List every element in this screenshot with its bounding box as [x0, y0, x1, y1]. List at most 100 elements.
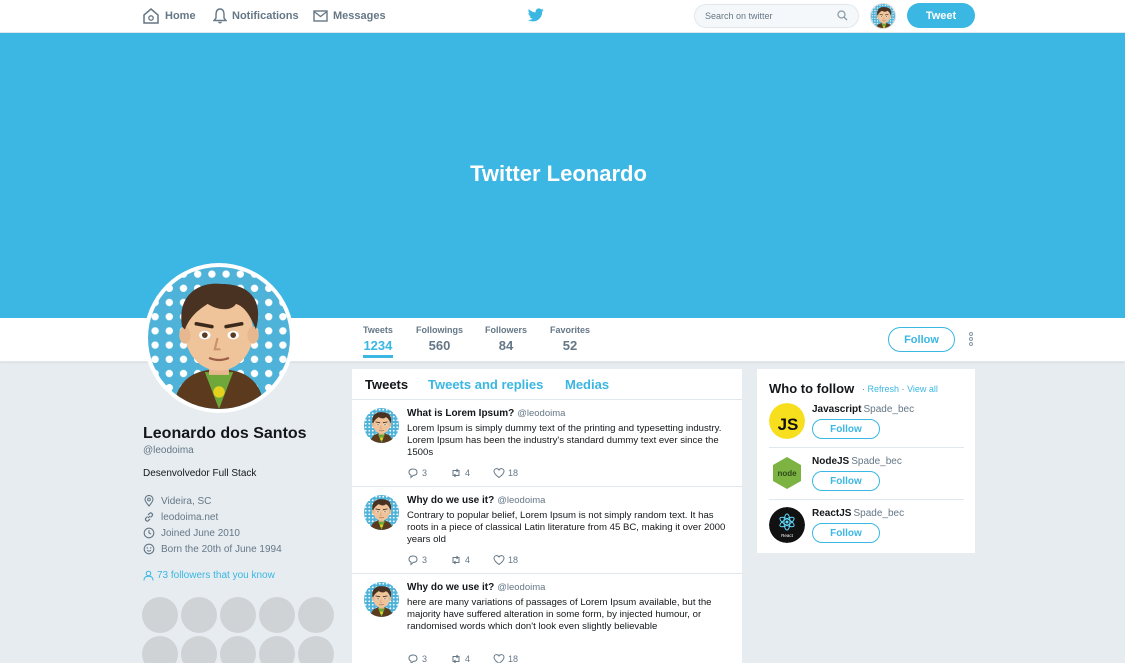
- search-input[interactable]: [694, 4, 859, 28]
- heart-icon: [493, 555, 505, 566]
- follow-javascript-button[interactable]: Follow: [812, 419, 880, 439]
- follow-reactjs-button[interactable]: Follow: [812, 523, 880, 543]
- who-to-follow-title: Who to follow: [769, 381, 855, 396]
- suggestion-handle: Spade_bec: [863, 404, 915, 415]
- retweet-action[interactable]: 4: [450, 653, 493, 663]
- javascript-logo-icon[interactable]: JS: [769, 403, 805, 439]
- reply-action[interactable]: 3: [407, 554, 450, 566]
- nav-messages-label: Messages: [333, 10, 386, 22]
- reply-action[interactable]: 3: [407, 467, 450, 479]
- profile-follow-button[interactable]: Follow: [888, 327, 955, 352]
- tweet-item[interactable]: Why do we use it? @leodoima Contrary to p…: [352, 487, 742, 574]
- known-follower-avatar[interactable]: [142, 636, 178, 663]
- nodejs-logo-icon[interactable]: node: [769, 455, 805, 491]
- tweet-avatar[interactable]: [364, 495, 399, 530]
- nav-notifications-label: Notifications: [232, 10, 299, 22]
- tweet-item[interactable]: What is Lorem Ipsum? @leodoima Lorem Ipsu…: [352, 400, 742, 487]
- stat-tweets[interactable]: Tweets 1234: [363, 325, 393, 358]
- tab-tweets[interactable]: Tweets: [365, 377, 408, 392]
- retweet-count: 4: [465, 555, 471, 565]
- reply-icon: [408, 654, 418, 663]
- react-logo-icon[interactable]: React: [769, 507, 805, 543]
- tweet-item[interactable]: Why do we use it? @leodoima here are many…: [352, 574, 742, 663]
- refresh-link[interactable]: Refresh: [868, 384, 900, 394]
- top-navigation-bar: Home Notifications Messages Tweet: [0, 0, 1125, 33]
- tweet-header: Why do we use it? @leodoima: [407, 495, 545, 506]
- stat-favorites[interactable]: Favorites 52: [550, 325, 590, 353]
- divider: [769, 447, 964, 448]
- tweet-handle[interactable]: @leodoima: [497, 495, 545, 506]
- suggestion-title[interactable]: Javascript: [812, 404, 861, 415]
- search-icon[interactable]: [837, 10, 848, 21]
- profile-joined: Joined June 2010: [143, 527, 240, 539]
- tweet-handle[interactable]: @leodoima: [517, 408, 565, 419]
- known-follower-avatar[interactable]: [181, 597, 217, 633]
- stat-followings[interactable]: Followings 560: [416, 325, 463, 353]
- reply-icon: [408, 555, 418, 566]
- retweet-icon: [452, 555, 460, 565]
- reply-icon: [408, 468, 418, 479]
- banner-title: Twitter Leonardo: [470, 161, 647, 186]
- known-follower-avatar[interactable]: [181, 636, 217, 663]
- stat-followers[interactable]: Followers 84: [485, 325, 527, 353]
- retweet-count: 4: [465, 654, 471, 663]
- follow-nodejs-button[interactable]: Follow: [812, 471, 880, 491]
- who-to-follow-links: · Refresh · View all: [862, 384, 938, 394]
- profile-avatar[interactable]: [144, 263, 294, 413]
- stat-favorites-value: 52: [562, 338, 578, 353]
- like-count: 18: [508, 555, 519, 565]
- profile-joined-text: Joined June 2010: [161, 527, 240, 539]
- like-action[interactable]: 18: [493, 467, 536, 479]
- known-follower-avatar[interactable]: [259, 636, 295, 663]
- profile-website-text[interactable]: leodoima.net: [161, 512, 218, 523]
- retweet-count: 4: [465, 468, 471, 478]
- tweet-header: Why do we use it? @leodoima: [407, 582, 545, 593]
- known-follower-avatar[interactable]: [298, 636, 334, 663]
- suggestion-name: Javascript Spade_bec: [812, 404, 914, 415]
- nav-notifications-link[interactable]: Notifications: [213, 0, 299, 32]
- like-action[interactable]: 18: [493, 554, 536, 566]
- nav-home-link[interactable]: Home: [142, 0, 196, 32]
- tab-medias[interactable]: Medias: [565, 377, 609, 392]
- nav-home-label: Home: [165, 10, 196, 22]
- heart-icon: [493, 468, 505, 479]
- timeline-tabs: Tweets Tweets and replies Medias: [352, 369, 742, 400]
- nodejs-logo-text: node: [777, 469, 797, 478]
- more-options-icon[interactable]: [969, 332, 975, 347]
- suggestion-title[interactable]: NodeJS: [812, 456, 849, 467]
- reply-count: 3: [422, 468, 428, 478]
- known-follower-avatar[interactable]: [259, 597, 295, 633]
- known-follower-avatar[interactable]: [298, 597, 334, 633]
- tweet-title: What is Lorem Ipsum?: [407, 408, 515, 419]
- suggestion-reactjs: React ReactJS Spade_bec Follow: [769, 507, 964, 559]
- tweet-avatar[interactable]: [364, 408, 399, 443]
- suggestion-title[interactable]: ReactJS: [812, 508, 851, 519]
- tweet-text: here are many variations of passages of …: [407, 597, 712, 632]
- profile-name: Leonardo dos Santos: [143, 425, 307, 442]
- twitter-bird-logo-icon[interactable]: [528, 8, 544, 22]
- followers-you-know-link[interactable]: 73 followers that you know: [143, 570, 275, 581]
- retweet-action[interactable]: 4: [450, 554, 493, 566]
- profile-website[interactable]: leodoima.net: [143, 511, 218, 523]
- tab-tweets-and-replies[interactable]: Tweets and replies: [428, 377, 543, 392]
- stat-followings-value: 560: [428, 338, 451, 353]
- view-all-link[interactable]: View all: [907, 384, 938, 394]
- javascript-logo-text: JS: [778, 415, 799, 434]
- followers-you-know-text[interactable]: 73 followers that you know: [157, 570, 275, 581]
- retweet-action[interactable]: 4: [450, 467, 493, 479]
- tweet-avatar[interactable]: [364, 582, 399, 617]
- nav-messages-link[interactable]: Messages: [313, 0, 386, 32]
- tweet-actions: 3 4 18: [407, 467, 536, 479]
- known-follower-avatar[interactable]: [142, 597, 178, 633]
- tweet-handle[interactable]: @leodoima: [497, 582, 545, 593]
- compose-tweet-button[interactable]: Tweet: [907, 3, 975, 28]
- known-follower-avatar[interactable]: [220, 636, 256, 663]
- like-action[interactable]: 18: [493, 653, 536, 663]
- known-follower-avatar[interactable]: [220, 597, 256, 633]
- nav-user-avatar[interactable]: [870, 3, 896, 29]
- tweet-text: Lorem Ipsum is simply dummy text of the …: [407, 423, 722, 458]
- like-count: 18: [508, 468, 519, 478]
- like-count: 18: [508, 654, 519, 663]
- reply-action[interactable]: 3: [407, 653, 450, 663]
- tweet-title: Why do we use it?: [407, 495, 495, 506]
